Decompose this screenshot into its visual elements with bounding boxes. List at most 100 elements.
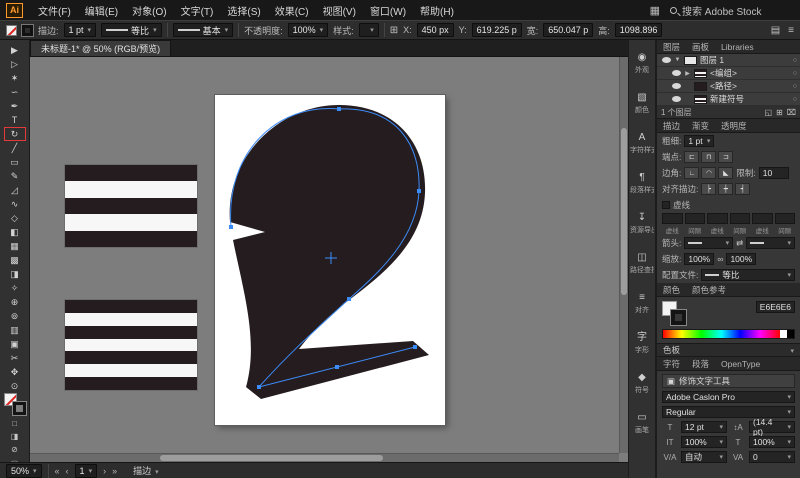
horizontal-scrollbar[interactable] (30, 453, 619, 462)
last-artboard-icon[interactable]: » (112, 466, 117, 476)
blend-tool-icon[interactable]: ⊕ (4, 295, 26, 309)
panel-tab[interactable]: OpenType (715, 357, 766, 370)
pen-tool-icon[interactable]: ✒ (4, 99, 26, 113)
style-select[interactable] (358, 23, 379, 37)
stroke-swatch[interactable] (670, 309, 687, 326)
dash-value-field[interactable] (707, 213, 728, 224)
new-layer-icon[interactable]: ⊞ (776, 108, 783, 117)
first-artboard-icon[interactable]: « (55, 466, 60, 476)
black-swatch[interactable] (787, 330, 794, 338)
anchor-point[interactable] (337, 107, 341, 111)
stroke-weight-field[interactable]: 1 pt (684, 135, 715, 147)
panel-tab[interactable]: 颜色参考 (686, 283, 732, 296)
collapsed-panel-button[interactable]: ¶ 段落样式 (629, 164, 655, 204)
rotate-tool-icon[interactable]: ↻ (3, 127, 26, 141)
collapsed-panel-button[interactable]: ◫ 路径查找器 (629, 244, 655, 284)
target-circle-icon[interactable]: ○ (793, 57, 797, 64)
layer-row[interactable]: ▼ 图层 1 ○ (657, 54, 800, 67)
corner-button-icon[interactable]: ∟ (684, 167, 700, 179)
vertical-scrollbar[interactable] (619, 57, 628, 453)
panel-tab[interactable]: 图层 (657, 40, 686, 53)
brush-select[interactable]: 基本 (172, 23, 234, 37)
font-size-field[interactable]: 12 pt (681, 421, 727, 433)
spectrum-gradient[interactable] (663, 330, 780, 338)
x-field[interactable]: 450 px (416, 23, 454, 37)
panel-tab[interactable]: 画板 (686, 40, 715, 53)
zoom-level-select[interactable]: 50% (6, 463, 42, 478)
menu-lines-icon[interactable]: ≡ (788, 25, 794, 36)
visibility-eye-icon[interactable] (672, 70, 681, 76)
none-button-icon[interactable]: ⊘ (11, 444, 18, 455)
link-scale-icon[interactable]: ∞ (717, 254, 723, 264)
numeral-2-shape[interactable] (229, 105, 429, 399)
menu-item[interactable]: 效果(C) (268, 3, 316, 18)
align-stroke-button-icon[interactable]: ┝ (701, 183, 717, 195)
cap-button-icon[interactable]: ⊐ (718, 151, 734, 163)
panel-options-icon[interactable]: ▤ (771, 25, 780, 36)
anchor-point[interactable] (347, 297, 351, 301)
font-family-select[interactable]: Adobe Caslon Pro (662, 391, 795, 403)
stripe-group-1[interactable] (65, 165, 197, 248)
slice-tool-icon[interactable]: ✂ (4, 351, 26, 365)
collapsed-panel-button[interactable]: ◉ 外观 (629, 44, 655, 84)
apps-grid-icon[interactable]: ▦ (650, 4, 660, 17)
menu-item[interactable]: 窗口(W) (363, 3, 413, 18)
layer-name[interactable]: 新建符号 (710, 93, 790, 105)
document-tab[interactable]: 未标题-1* @ 50% (RGB/预览) (30, 40, 172, 56)
prev-artboard-icon[interactable]: ‹ (66, 466, 69, 476)
dash-value-field[interactable] (729, 213, 750, 224)
dash-value-field[interactable] (662, 213, 683, 224)
h-scroll-thumb[interactable] (159, 455, 384, 461)
collapsed-panel-button[interactable]: ▭ 画笔 (629, 404, 655, 444)
dash-value-field[interactable] (774, 213, 795, 224)
expand-arrow-icon[interactable]: ▼ (674, 57, 681, 63)
menu-item[interactable]: 编辑(E) (78, 3, 125, 18)
anchor-point[interactable] (229, 225, 233, 229)
anchor-point[interactable] (417, 189, 421, 193)
perspective-grid-tool-icon[interactable]: ▦ (4, 239, 26, 253)
mesh-tool-icon[interactable]: ▩ (4, 253, 26, 267)
anchor-point[interactable] (413, 345, 417, 349)
panel-tab[interactable]: 字符 (657, 357, 686, 370)
visibility-eye-icon[interactable] (672, 83, 681, 89)
gradient-tool-icon[interactable]: ◨ (4, 267, 26, 281)
horizontal-scale-field[interactable]: 100% (749, 436, 795, 448)
panel-tab[interactable]: 描边 (657, 119, 686, 132)
artboard-number-field[interactable]: 1 (74, 463, 98, 478)
reference-point-icon[interactable]: ⊞ (390, 25, 398, 36)
rectangle-tool-icon[interactable]: ▭ (4, 155, 26, 169)
artboard[interactable] (215, 95, 445, 425)
stroke-weight-field[interactable]: 1 pt (63, 23, 97, 37)
type-tool-icon[interactable]: T (4, 113, 26, 127)
next-artboard-icon[interactable]: › (103, 466, 106, 476)
layer-name[interactable]: 图层 1 (700, 54, 790, 66)
cap-button-icon[interactable]: ⊏ (684, 151, 700, 163)
stripe-group-2[interactable] (65, 300, 197, 391)
panel-tab[interactable]: 渐变 (686, 119, 715, 132)
collapsed-panel-button[interactable]: ▧ 颜色 (629, 84, 655, 124)
expand-arrow-icon[interactable]: ▶ (684, 70, 691, 77)
shape-builder-tool-icon[interactable]: ◧ (4, 225, 26, 239)
hand-tool-icon[interactable]: ✥ (4, 365, 26, 379)
line-tool-icon[interactable]: ╱ (4, 141, 26, 155)
v-scroll-thumb[interactable] (621, 128, 627, 295)
scale-tool-icon[interactable]: ◿ (4, 183, 26, 197)
panel-tab[interactable]: 段落 (686, 357, 715, 370)
height-field[interactable]: 1098.896 (614, 23, 663, 37)
white-swatch[interactable] (780, 330, 787, 338)
tracking-field[interactable]: 0 (749, 451, 795, 463)
collapsed-panel-button[interactable]: A 字符样式 (629, 124, 655, 164)
collapsed-panel-button[interactable]: ◆ 符号 (629, 364, 655, 404)
layer-name[interactable]: <编组> (710, 67, 790, 79)
menu-item[interactable]: 对象(O) (125, 3, 173, 18)
color-spectrum-bar[interactable] (662, 329, 795, 339)
width-field[interactable]: 650.047 p (543, 23, 594, 37)
collapsed-panel-button[interactable]: ↧ 资源导出 (629, 204, 655, 244)
layer-row[interactable]: ▶ <编组> ○ (657, 67, 800, 80)
delete-layer-icon[interactable]: ⌧ (787, 108, 796, 117)
target-circle-icon[interactable]: ○ (793, 83, 797, 90)
layer-name[interactable]: <路径> (710, 80, 790, 92)
y-field[interactable]: 619.225 p (471, 23, 522, 37)
width-profile-select[interactable]: 等比 (101, 23, 162, 37)
panel-tab[interactable]: Libraries (715, 40, 760, 53)
